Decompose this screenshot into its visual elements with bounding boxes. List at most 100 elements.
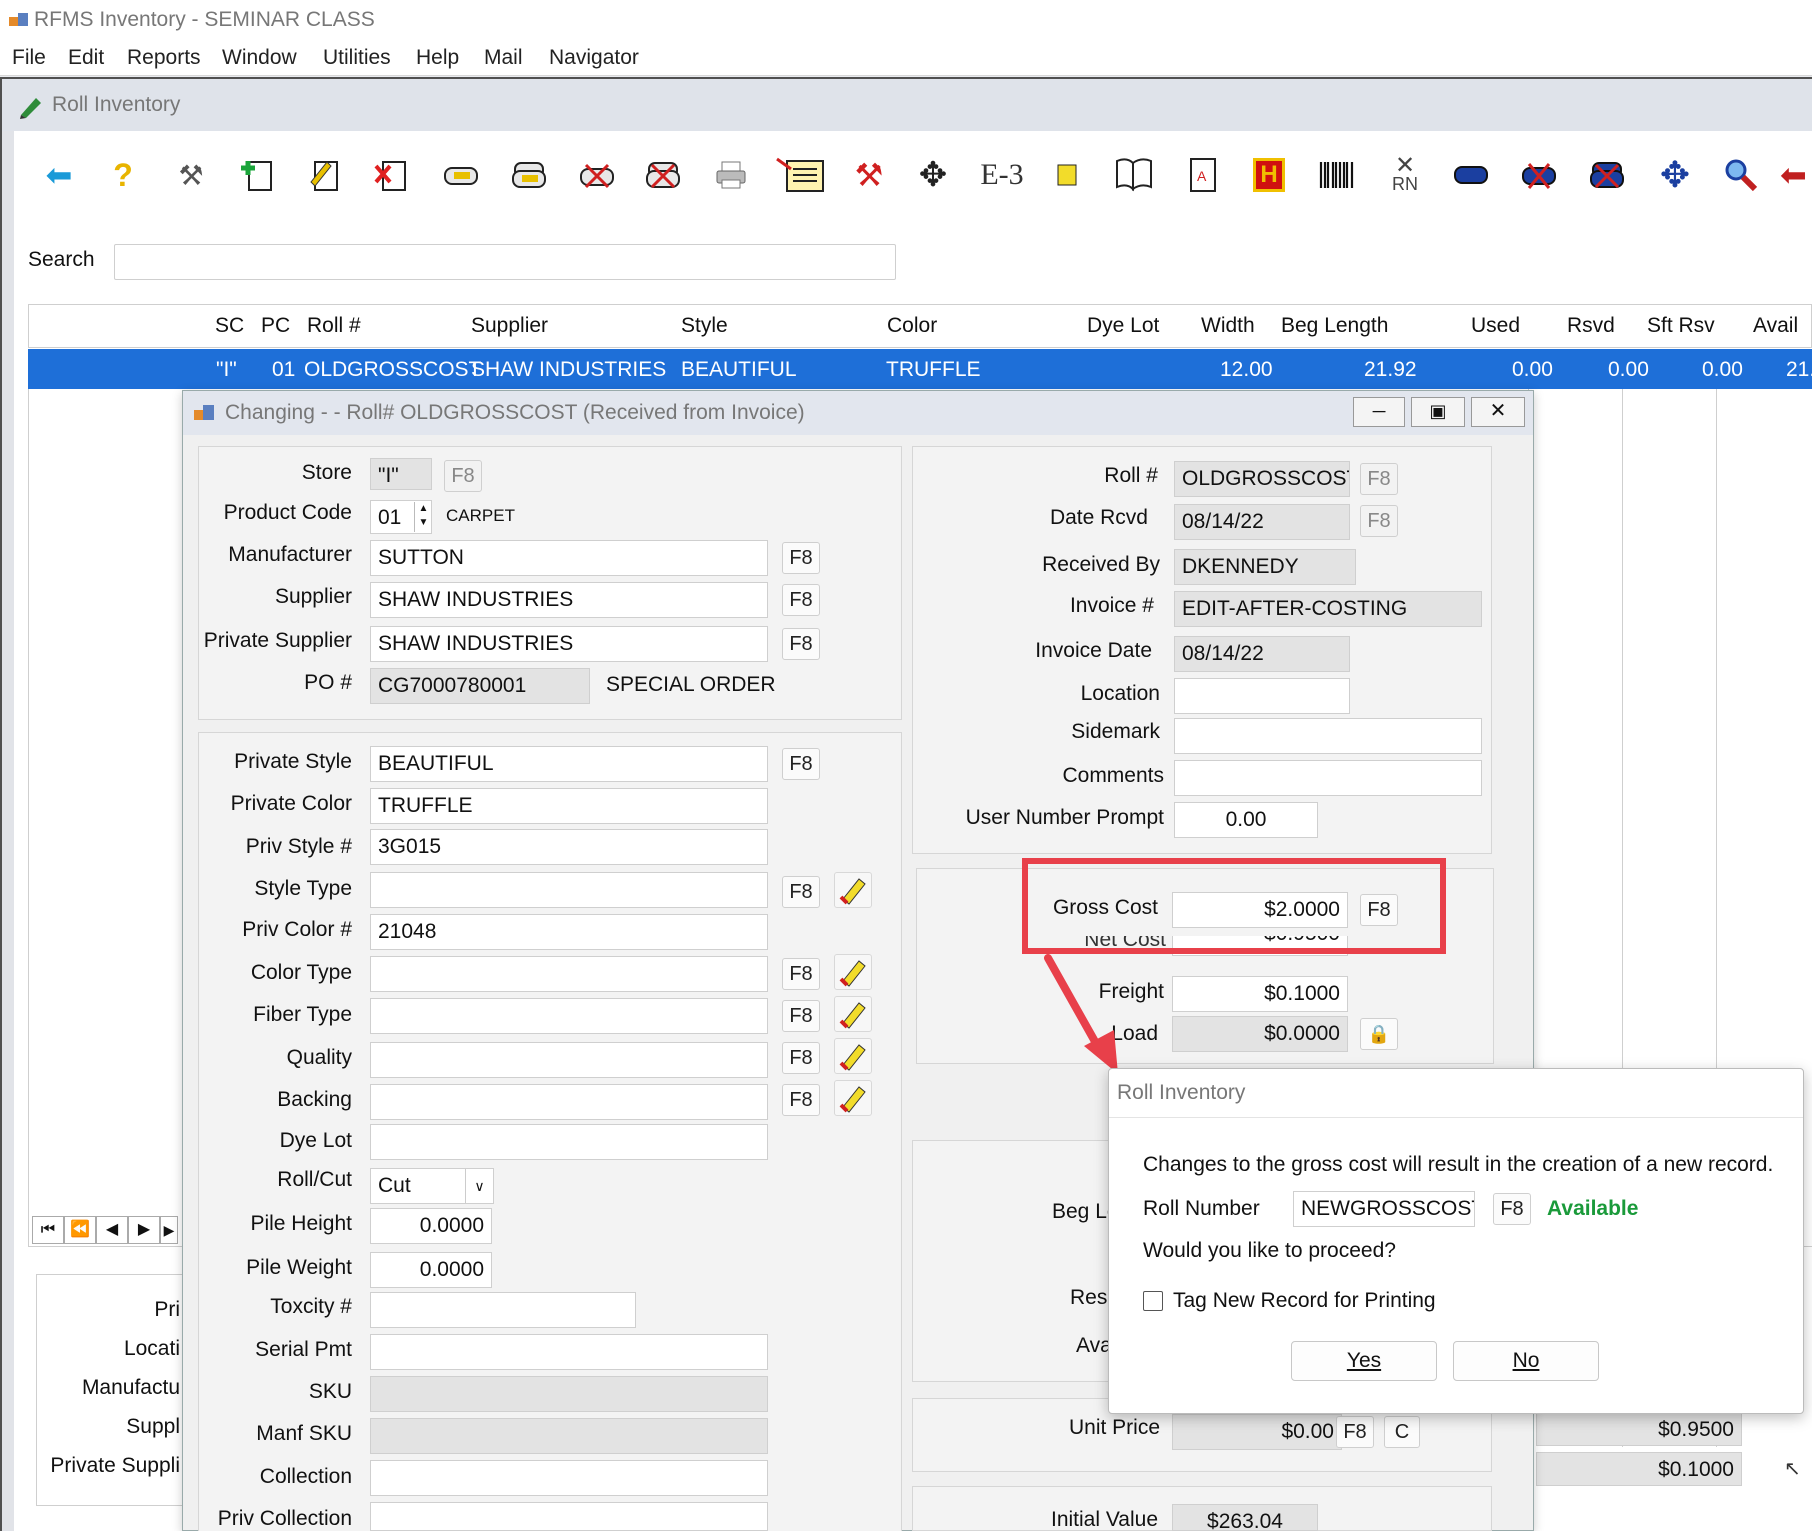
quality-field[interactable]: [370, 1042, 768, 1078]
pile-height-field[interactable]: 0.0000: [370, 1208, 492, 1244]
col-sc[interactable]: SC: [215, 314, 244, 338]
sku-field[interactable]: [370, 1376, 768, 1412]
store-f8-button[interactable]: F8: [444, 460, 482, 492]
close-button[interactable]: ✕: [1471, 397, 1525, 427]
blue-untag-icon[interactable]: [1516, 152, 1562, 198]
col-sft-rsv[interactable]: Sft Rsv: [1647, 314, 1715, 338]
style-type-eraser-icon[interactable]: [834, 872, 872, 908]
invoice-date-field[interactable]: 08/14/22: [1174, 636, 1350, 672]
priv-collection-field[interactable]: [370, 1502, 768, 1531]
sidemark-field[interactable]: [1174, 718, 1482, 754]
private-color-field[interactable]: TRUFFLE: [370, 788, 768, 824]
roll-number-f8-button[interactable]: F8: [1493, 1193, 1531, 1225]
book-icon[interactable]: [1112, 152, 1158, 198]
fiber-type-f8-button[interactable]: F8: [782, 1000, 820, 1032]
store-field[interactable]: "I": [370, 458, 432, 490]
manf-sku-field[interactable]: [370, 1418, 768, 1454]
hammer-icon[interactable]: ⚒: [846, 152, 892, 198]
supplier-f8-button[interactable]: F8: [782, 584, 820, 616]
menu-edit[interactable]: Edit: [68, 46, 104, 70]
private-supplier-field[interactable]: SHAW INDUSTRIES: [370, 626, 768, 662]
collection-field[interactable]: [370, 1460, 768, 1496]
minimize-button[interactable]: ─: [1353, 397, 1405, 427]
quality-f8-button[interactable]: F8: [782, 1042, 820, 1074]
col-color[interactable]: Color: [887, 314, 937, 338]
tag-icon[interactable]: [438, 152, 484, 198]
barcode-icon[interactable]: [1314, 152, 1360, 198]
untag-icon[interactable]: [574, 152, 620, 198]
no-button[interactable]: No: [1453, 1341, 1599, 1381]
report-list-icon[interactable]: [774, 152, 828, 198]
private-supplier-f8-button[interactable]: F8: [782, 628, 820, 660]
restore-button[interactable]: ▣: [1411, 397, 1465, 427]
col-pc[interactable]: PC: [261, 314, 290, 338]
backing-eraser-icon[interactable]: [834, 1080, 872, 1116]
received-by-field[interactable]: DKENNEDY: [1174, 549, 1356, 585]
note-icon[interactable]: [1044, 152, 1090, 198]
unit-price-c-button[interactable]: C: [1384, 1416, 1420, 1448]
first-record-button[interactable]: ⏮: [32, 1216, 64, 1244]
menu-utilities[interactable]: Utilities: [323, 46, 391, 70]
delete-record-icon[interactable]: [368, 152, 414, 198]
unit-price-f8-button[interactable]: F8: [1336, 1416, 1374, 1448]
menu-navigator[interactable]: Navigator: [549, 46, 639, 70]
load-field[interactable]: $0.0000: [1172, 1016, 1348, 1052]
remove-rn-icon[interactable]: ✕ RN: [1382, 152, 1428, 198]
invoice-no-field[interactable]: EDIT-AFTER-COSTING: [1174, 591, 1482, 627]
next-page-button[interactable]: ▶: [160, 1216, 178, 1244]
unit-price-field[interactable]: $0.00: [1172, 1414, 1342, 1450]
add-record-icon[interactable]: [234, 152, 280, 198]
roll-number-input[interactable]: NEWGROSSCOST: [1293, 1191, 1475, 1227]
priv-style-no-field[interactable]: 3G015: [370, 829, 768, 865]
move-icon[interactable]: ✥: [910, 152, 956, 198]
e3-icon[interactable]: E-3: [974, 152, 1030, 198]
yes-button[interactable]: Yes: [1291, 1341, 1437, 1381]
table-row[interactable]: "I" 01 OLDGROSSCOST SHAW INDUSTRIES BEAU…: [28, 349, 1812, 389]
date-rcvd-field[interactable]: 08/14/22: [1174, 504, 1350, 540]
prev-record-button[interactable]: ◀: [96, 1216, 128, 1244]
menu-file[interactable]: File: [12, 46, 46, 70]
magnifier-icon[interactable]: [1718, 152, 1764, 198]
navigate-icon[interactable]: ✥: [1652, 152, 1698, 198]
col-rsvd[interactable]: Rsvd: [1567, 314, 1615, 338]
printer-icon[interactable]: [708, 152, 754, 198]
location-field[interactable]: [1174, 678, 1350, 714]
manufacturer-field[interactable]: SUTTON: [370, 540, 768, 576]
roll-no-field[interactable]: OLDGROSSCOST: [1174, 461, 1350, 497]
next-record-button[interactable]: ▶: [128, 1216, 160, 1244]
comments-field[interactable]: [1174, 760, 1482, 796]
supplier-field[interactable]: SHAW INDUSTRIES: [370, 582, 768, 618]
col-style[interactable]: Style: [681, 314, 728, 338]
help-question-icon[interactable]: ?: [100, 152, 146, 198]
tags-icon[interactable]: [506, 152, 552, 198]
roll-cut-select[interactable]: Cut ∨: [370, 1168, 494, 1204]
prev-page-button[interactable]: ⏪: [64, 1216, 96, 1244]
style-type-field[interactable]: [370, 872, 768, 908]
load-lock-icon[interactable]: 🔒: [1360, 1018, 1398, 1050]
user-number-prompt-field[interactable]: 0.00: [1174, 802, 1318, 838]
col-dye-lot[interactable]: Dye Lot: [1087, 314, 1159, 338]
dye-lot-field[interactable]: [370, 1124, 768, 1160]
col-beg-length[interactable]: Beg Length: [1281, 314, 1388, 338]
col-width[interactable]: Width: [1201, 314, 1255, 338]
backing-f8-button[interactable]: F8: [782, 1084, 820, 1116]
style-type-f8-button[interactable]: F8: [782, 876, 820, 908]
date-rcvd-f8-button[interactable]: F8: [1360, 505, 1398, 537]
toxcity-field[interactable]: [370, 1292, 636, 1328]
menu-mail[interactable]: Mail: [484, 46, 523, 70]
pile-weight-field[interactable]: 0.0000: [370, 1252, 492, 1288]
private-style-field[interactable]: BEAUTIFUL: [370, 746, 768, 782]
col-avail[interactable]: Avail: [1753, 314, 1798, 338]
edit-record-icon[interactable]: [302, 152, 348, 198]
tools-icon[interactable]: ⚒: [168, 152, 214, 198]
manufacturer-f8-button[interactable]: F8: [782, 542, 820, 574]
exit-arrow-icon[interactable]: ⬅: [1780, 152, 1812, 198]
menu-reports[interactable]: Reports: [127, 46, 201, 70]
product-code-spinner[interactable]: ▲ ▼: [414, 502, 432, 532]
color-type-f8-button[interactable]: F8: [782, 958, 820, 990]
untag-all-icon[interactable]: [640, 152, 686, 198]
serial-pmt-field[interactable]: [370, 1334, 768, 1370]
col-used[interactable]: Used: [1471, 314, 1520, 338]
private-style-f8-button[interactable]: F8: [782, 748, 820, 780]
roll-no-f8-button[interactable]: F8: [1360, 463, 1398, 495]
